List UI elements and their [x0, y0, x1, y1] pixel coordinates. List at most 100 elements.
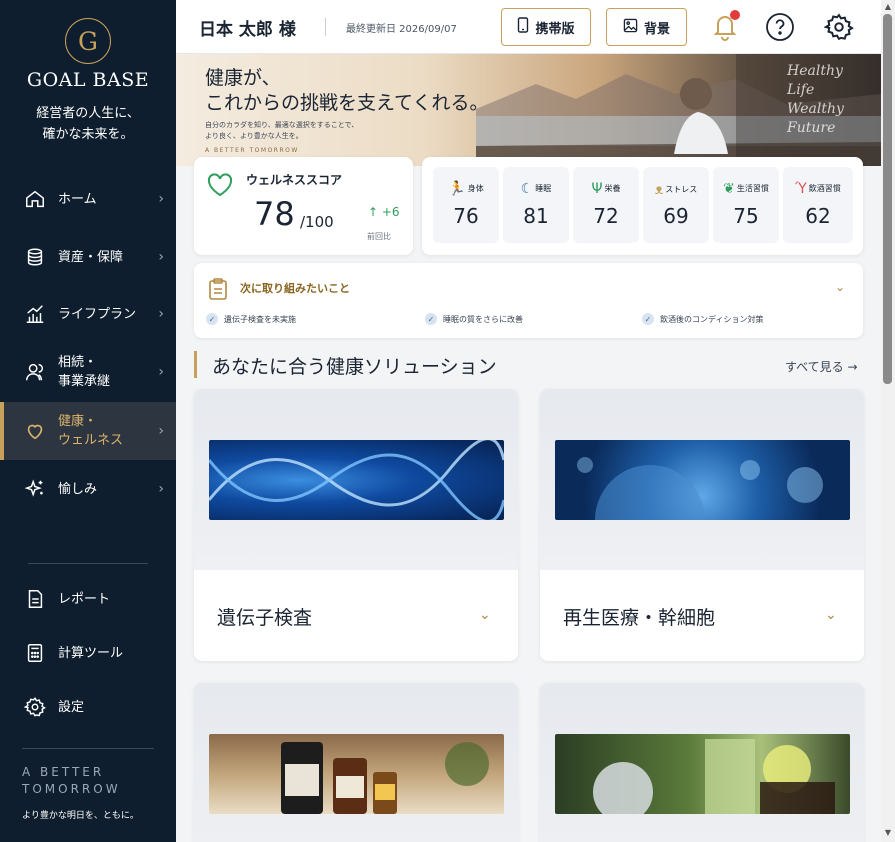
chevron-down-icon[interactable]: ⌄ [825, 607, 837, 623]
cocktail-icon: Ύ [795, 181, 807, 197]
todo-item[interactable]: ✓ 遺伝子検査を未実施 [206, 313, 296, 325]
hero-subtitle: 自分のカラダを知り、最適な選択をすることで、 より良く、より豊かな人生を。 [205, 120, 358, 142]
chevron-down-icon[interactable]: ⌄ [479, 607, 491, 623]
next-actions-title: 次に取り組みたいこと [240, 282, 350, 295]
footer-motto: A BETTER TOMORROW [22, 765, 121, 796]
sidebar-item-assets[interactable]: 資産・保障 › [0, 242, 176, 272]
chevron-right-icon: › [158, 364, 164, 380]
metric-label: 睡眠 [535, 184, 552, 193]
hero-title: 健康が、 これからの挑戦を支えてくれる。 [205, 66, 488, 116]
sidebar-item-lifeplan[interactable]: ライフプラン › [0, 299, 176, 329]
fork-knife-icon: Ψ [591, 181, 603, 197]
document-icon [22, 586, 48, 612]
metric-drinking[interactable]: Ύ 飲酒習慣 62 [783, 167, 853, 243]
sidebar-item-label: ライフプラン [58, 306, 137, 322]
hero-script: Healthy Life Wealthy Future [787, 62, 867, 138]
metric-stress[interactable]: ᴥ ストレス 69 [643, 167, 709, 243]
metric-label: ストレス [665, 185, 698, 194]
sidebar-item-label: レポート [58, 591, 111, 607]
metric-value: 76 [453, 204, 479, 228]
sidebar-item-label: 資産・保障 [58, 249, 124, 265]
user-name: 日本 太郎 様 [199, 20, 296, 40]
scroll-up-arrow-icon[interactable]: ▲ [881, 2, 895, 11]
home-icon [22, 186, 48, 212]
metric-value: 62 [805, 204, 831, 228]
logo: G GOAL BASE 経営者の人生に、 確かな未来を。 [0, 18, 176, 145]
supplements-image [209, 734, 504, 814]
solution-card-supplements[interactable] [194, 683, 518, 842]
image-icon [623, 18, 638, 37]
tagline-line: 確かな未来を。 [42, 127, 134, 142]
settings-gear-icon[interactable] [823, 12, 854, 42]
metric-sleep[interactable]: ☾ 睡眠 81 [503, 167, 569, 243]
chevron-right-icon: › [158, 423, 164, 439]
todo-item[interactable]: ✓ 睡眠の質をさらに改善 [425, 313, 523, 325]
heart-icon [22, 418, 48, 444]
hero-script-word: Life [787, 82, 815, 98]
wellness-score-card: ウェルネススコア 78 /100 ↑ +6 前回比 [194, 157, 413, 255]
solution-card-regenerative[interactable]: 再生医療・幹細胞 ⌄ [540, 389, 864, 661]
chevron-right-icon: › [158, 481, 164, 497]
card-media [540, 683, 864, 842]
metric-label: 飲酒習慣 [808, 184, 841, 193]
background-label: 背景 [643, 21, 670, 37]
todo-label: 遺伝子検査を未実施 [224, 314, 296, 324]
sidebar-item-health[interactable]: 健康・ ウェルネス › [0, 402, 176, 460]
sidebar-item-home[interactable]: ホーム › [0, 184, 176, 214]
card-media [194, 389, 518, 570]
wellness-score-max: /100 [300, 213, 334, 231]
sidebar-item-leisure[interactable]: 愉しみ › [0, 474, 176, 504]
metric-value: 81 [523, 204, 549, 228]
chevron-right-icon: › [158, 306, 164, 322]
hero-title-line: 健康が、 [205, 67, 281, 89]
solution-card-genetic-test[interactable]: 遺伝子検査 ⌄ [194, 389, 518, 661]
solution-card-drinks[interactable] [540, 683, 864, 842]
mobile-version-button[interactable]: 携帯版 [501, 8, 591, 46]
sidebar-item-inheritance[interactable]: 相続・ 事業承継 › [0, 352, 176, 392]
metric-value: 69 [663, 204, 689, 228]
heart-icon [206, 173, 234, 201]
metric-lifestyle[interactable]: ❦ 生活習慣 75 [713, 167, 779, 243]
see-all-link[interactable]: すべて見る → [785, 358, 858, 375]
calculator-icon [22, 640, 48, 666]
sidebar-item-calculator[interactable]: 計算ツール [0, 639, 176, 667]
scrollbar-thumb[interactable] [883, 14, 892, 384]
mobile-version-label: 携帯版 [535, 21, 575, 37]
card-title: 遺伝子検査 [217, 607, 313, 629]
metric-nutrition[interactable]: Ψ 栄養 72 [573, 167, 639, 243]
header-divider [325, 18, 326, 36]
wellness-score-delta-label: 前回比 [367, 232, 391, 241]
hero-subtitle-line: 自分のカラダを知り、最適な選択をすることで、 [205, 121, 359, 129]
sparkle-icon [22, 476, 48, 502]
chevron-right-icon: › [158, 249, 164, 265]
sidebar-item-label: 愉しみ [58, 481, 98, 497]
sidebar-item-label: ホーム [58, 191, 97, 207]
todo-item[interactable]: ✓ 飲酒後のコンディション対策 [642, 313, 763, 325]
background-button[interactable]: 背景 [606, 8, 687, 46]
wellness-score-label: ウェルネススコア [246, 173, 343, 187]
coins-icon [22, 244, 48, 270]
chevron-right-icon: › [158, 191, 164, 207]
hero-script-word: Future [787, 120, 836, 136]
wellness-score-value: 78 [254, 195, 295, 233]
metric-label: 栄養 [604, 184, 621, 193]
sidebar-divider [22, 748, 154, 749]
top-header: 日本 太郎 様 最終更新日 2026/09/07 携帯版 背景 [176, 0, 881, 54]
dna-image [209, 440, 504, 520]
help-icon[interactable] [765, 12, 795, 42]
scrollbar[interactable]: ▲ ▼ [881, 0, 895, 842]
cell-image [555, 440, 850, 520]
metric-body[interactable]: 🏃 身体 76 [433, 167, 499, 243]
chevron-down-icon[interactable]: ⌄ [835, 280, 845, 294]
todo-label: 飲酒後のコンディション対策 [660, 314, 764, 324]
next-actions-card[interactable]: 次に取り組みたいこと ⌄ ✓ 遺伝子検査を未実施 ✓ 睡眠の質をさらに改善 ✓ 飲酒後… [194, 263, 863, 338]
sidebar-item-settings[interactable]: 設定 [0, 693, 176, 721]
hero-small-text: A BETTER TOMORROW [205, 147, 299, 154]
sidebar-item-report[interactable]: レポート [0, 585, 176, 613]
footer-subtext: より豊かな明日を、ともに。 [22, 811, 139, 821]
sidebar-item-label: 相続・ 事業承継 [58, 355, 111, 389]
scroll-down-arrow-icon[interactable]: ▼ [881, 828, 895, 837]
tagline: 経営者の人生に、 確かな未来を。 [0, 103, 176, 145]
metric-value: 72 [593, 204, 619, 228]
tagline-line: 経営者の人生に、 [36, 106, 140, 121]
